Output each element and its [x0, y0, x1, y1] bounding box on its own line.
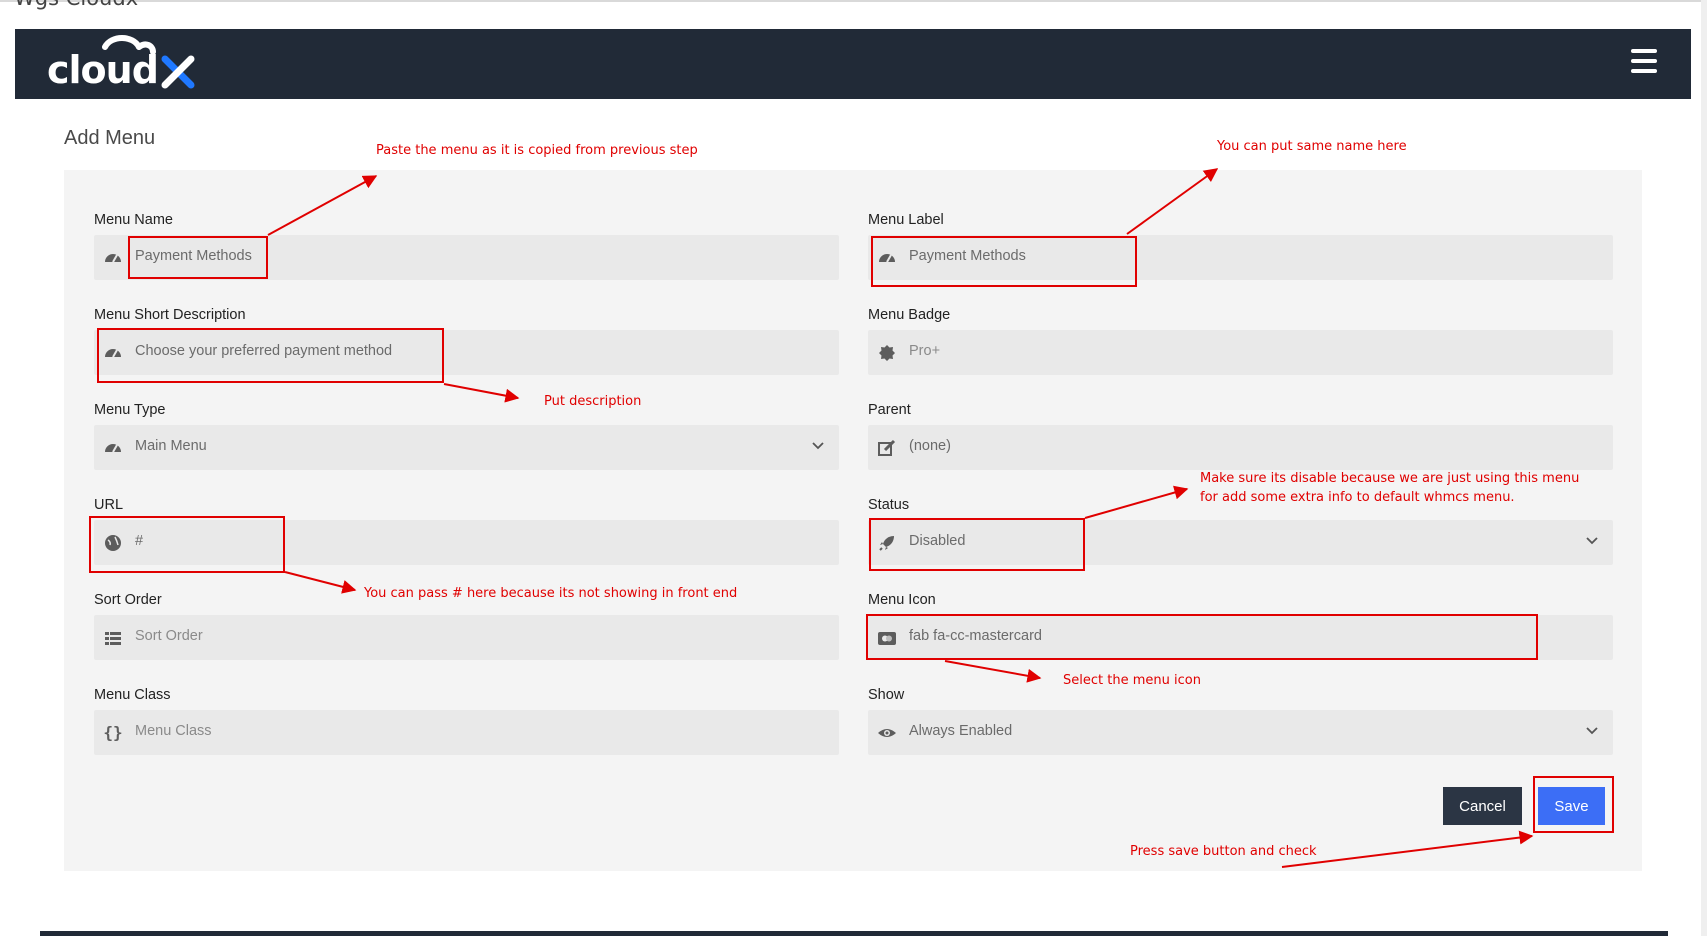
annotation-press-save: Press save button and check	[1130, 844, 1317, 859]
annotation-url-hash: You can pass # here because its not show…	[364, 586, 738, 601]
annotation-same-name: You can put same name here	[1217, 139, 1407, 154]
annotation-disable-line2: for add some extra info to default whmcs…	[1200, 490, 1515, 505]
annotation-select-icon: Select the menu icon	[1063, 673, 1201, 688]
annotation-disable-line1: Make sure its disable because we are jus…	[1200, 471, 1580, 486]
annotation-arrows	[267, 168, 1534, 868]
annotation-description: Put description	[544, 394, 642, 409]
annotation-paste-menu: Paste the menu as it is copied from prev…	[376, 143, 698, 158]
